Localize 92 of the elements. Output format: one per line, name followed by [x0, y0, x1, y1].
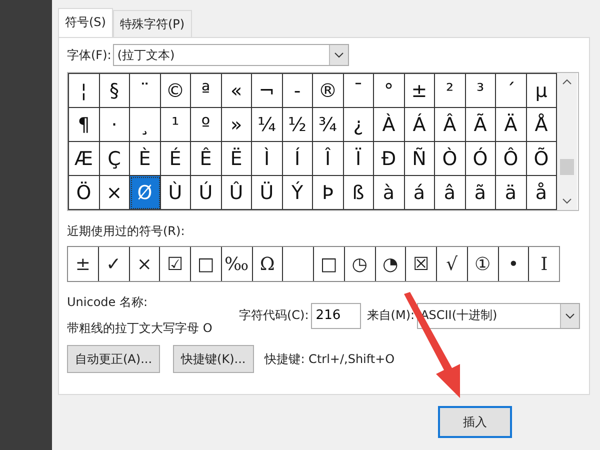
symbol-cell[interactable]: ´ [496, 74, 526, 108]
symbol-cell[interactable]: ± [404, 74, 435, 108]
recent-symbol-cell[interactable]: □ [191, 247, 222, 281]
shortcut-text: 快捷键: Ctrl+/,Shift+O [264, 350, 395, 368]
recent-symbol-cell[interactable]: ☒ [406, 247, 437, 281]
symbol-cell[interactable]: Ç [100, 142, 130, 176]
recent-symbol-cell[interactable]: ◔ [376, 247, 406, 281]
character-code-label: 字符代码(C): [239, 307, 309, 324]
symbol-cell[interactable]: ° [374, 74, 404, 108]
symbol-cell[interactable]: Ý [282, 176, 313, 210]
symbol-cell[interactable]: Ê [191, 142, 222, 176]
symbol-cell[interactable]: Â [435, 108, 466, 142]
symbol-cell[interactable]: - [282, 74, 313, 108]
unicode-name: 带粗线的拉丁文大写字母 O [67, 320, 214, 337]
symbol-cell[interactable]: Ü [252, 176, 282, 210]
symbol-cell[interactable]: ½ [282, 108, 313, 142]
symbol-cell[interactable]: à [374, 176, 404, 210]
symbol-cell[interactable]: § [100, 74, 130, 108]
symbol-cell[interactable]: ß [344, 176, 374, 210]
from-dropdown[interactable]: ASCII(十进制) [416, 302, 580, 328]
symbol-cell[interactable]: ¾ [313, 108, 344, 142]
symbol-cell[interactable]: Ä [496, 108, 526, 142]
symbol-cell[interactable]: ä [496, 176, 526, 210]
scroll-down-icon[interactable] [562, 198, 572, 204]
symbol-cell[interactable]: Ö [69, 176, 100, 210]
dialog-button[interactable]: 自动更正(A)... [67, 345, 160, 373]
symbol-cell[interactable]: ¼ [252, 108, 282, 142]
recent-symbol-cell[interactable]: ① [468, 247, 498, 281]
symbol-cell[interactable]: ¸ [130, 108, 160, 142]
recent-symbol-cell[interactable]: ± [68, 247, 99, 281]
symbol-cell[interactable]: á [404, 176, 435, 210]
symbol-cell[interactable]: Ð [374, 142, 404, 176]
unicode-name-label: Unicode 名称: [67, 294, 149, 311]
symbol-cell[interactable]: Ã [466, 108, 496, 142]
symbol-cell[interactable]: Ï [344, 142, 374, 176]
dialog-button[interactable]: 快捷键(K)... [173, 345, 254, 373]
symbol-cell[interactable]: â [435, 176, 466, 210]
recent-symbol-cell[interactable]: □ [314, 247, 345, 281]
symbol-cell[interactable]: Æ [69, 142, 100, 176]
symbol-cell[interactable]: É [160, 142, 191, 176]
symbol-cell[interactable]: ¬ [252, 74, 282, 108]
symbol-cell[interactable]: ã [466, 176, 496, 210]
tab[interactable]: 符号(S) [58, 8, 113, 37]
symbol-cell[interactable]: Þ [313, 176, 344, 210]
symbol-cell[interactable]: Û [222, 176, 252, 210]
symbol-cell[interactable]: Ô [496, 142, 526, 176]
scrollbar[interactable] [557, 73, 577, 210]
symbol-cell[interactable]: « [222, 74, 252, 108]
symbol-cell[interactable]: ¿ [344, 108, 374, 142]
recent-symbol-cell[interactable]: ◷ [344, 247, 376, 281]
recent-symbol-cell[interactable]: √ [437, 247, 468, 281]
recent-symbol-cell[interactable]: I [529, 247, 559, 281]
symbol-cell[interactable]: ¨ [130, 74, 160, 108]
symbol-cell[interactable]: À [374, 108, 404, 142]
symbol-cell[interactable]: ² [435, 74, 466, 108]
symbol-cell[interactable]: º [191, 108, 222, 142]
symbol-cell[interactable]: ³ [466, 74, 496, 108]
symbol-cell[interactable]: © [160, 74, 191, 108]
symbol-cell[interactable]: ® [313, 74, 344, 108]
symbol-cell[interactable]: Í [282, 142, 313, 176]
scroll-up-icon[interactable] [562, 79, 572, 85]
symbol-cell[interactable]: ¯ [344, 74, 374, 108]
from-label: 来自(M): [366, 307, 415, 324]
symbol-cell[interactable]: Ó [466, 142, 496, 176]
font-label: 字体(F): [67, 46, 112, 64]
recent-symbol-cell[interactable]: × [130, 247, 160, 281]
symbol-cell[interactable]: Ù [160, 176, 191, 210]
symbol-cell[interactable]: Á [404, 108, 435, 142]
symbol-cell[interactable]: Ú [191, 176, 222, 210]
symbol-cell[interactable]: ¦ [69, 74, 100, 108]
symbol-cell[interactable]: Ñ [404, 142, 435, 176]
recent-symbols-label: 近期使用过的符号(R): [67, 223, 186, 240]
symbol-cell[interactable]: Ò [435, 142, 466, 176]
symbol-cell[interactable]: ª [191, 74, 222, 108]
symbol-cell[interactable]: Ø [130, 176, 160, 210]
symbol-cell[interactable]: » [222, 108, 252, 142]
character-code-field[interactable]: 216 [310, 302, 361, 328]
font-dropdown[interactable]: (拉丁文本) [113, 44, 350, 66]
symbol-cell[interactable]: Ì [252, 142, 282, 176]
insert-button[interactable]: 插入 [438, 406, 512, 438]
symbol-cell[interactable]: Î [313, 142, 344, 176]
symbol-cell[interactable]: ¶ [69, 108, 100, 142]
symbol-cell[interactable]: ¹ [160, 108, 191, 142]
recent-symbol-cell[interactable]: ‰ [222, 247, 252, 281]
recent-symbol-cell[interactable]: ☑ [160, 247, 191, 281]
tab[interactable]: 特殊字符(P) [112, 10, 192, 37]
symbol-cell[interactable]: · [100, 108, 130, 142]
recent-symbol-cell[interactable]: ✓ [98, 247, 130, 281]
recent-symbol-cell[interactable]: • [498, 247, 530, 281]
recent-symbol-cell[interactable]: Ω [252, 247, 284, 281]
symbol-cell[interactable]: Ë [222, 142, 252, 176]
scrollbar-thumb[interactable] [560, 159, 574, 175]
